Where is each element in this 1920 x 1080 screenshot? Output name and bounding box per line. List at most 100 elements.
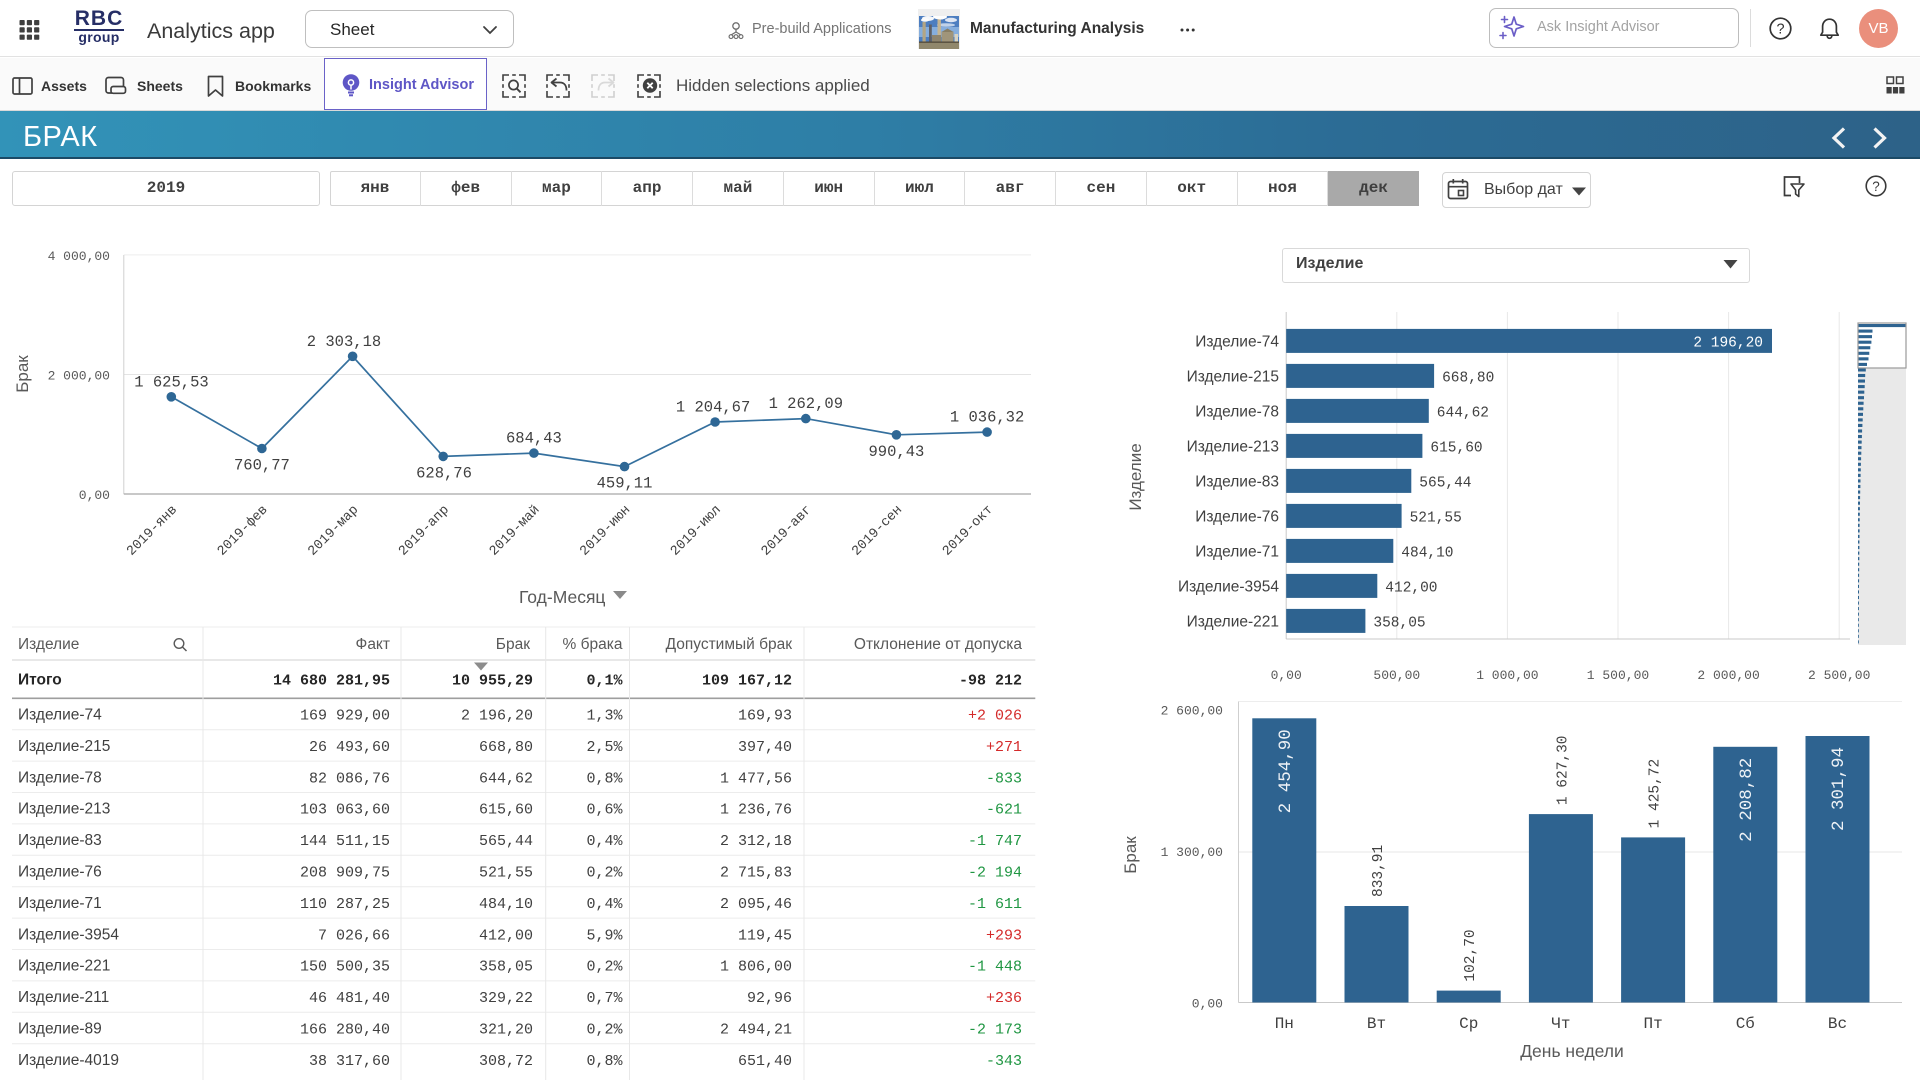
svg-text:0,7%: 0,7%	[586, 990, 623, 1007]
svg-text:1 236,76: 1 236,76	[720, 802, 792, 819]
svg-text:103 063,60: 103 063,60	[300, 802, 390, 819]
svg-text:92,96: 92,96	[747, 990, 792, 1007]
svg-text:Изделие-76: Изделие-76	[18, 864, 102, 881]
svg-text:412,00: 412,00	[1385, 580, 1437, 596]
svg-text:0,00: 0,00	[1192, 997, 1223, 1012]
svg-text:109 167,12: 109 167,12	[702, 673, 792, 690]
svg-text:Изделие-83: Изделие-83	[1195, 473, 1279, 490]
svg-text:2 715,83: 2 715,83	[720, 865, 792, 882]
svg-text:2019-апр: 2019-апр	[396, 503, 452, 559]
svg-text:+236: +236	[986, 990, 1022, 1007]
svg-text:208 909,75: 208 909,75	[300, 865, 390, 882]
svg-text:4 000,00: 4 000,00	[48, 249, 110, 264]
svg-text:668,80: 668,80	[1442, 370, 1494, 386]
svg-text:0,4%: 0,4%	[586, 833, 623, 850]
svg-text:5,9%: 5,9%	[586, 927, 623, 944]
svg-text:169 929,00: 169 929,00	[300, 708, 390, 725]
svg-text:760,77: 760,77	[234, 457, 290, 475]
svg-text:Изделие-215: Изделие-215	[1187, 368, 1279, 385]
svg-text:% брака: % брака	[563, 636, 623, 653]
svg-text:Допустимый брак: Допустимый брак	[666, 636, 793, 653]
svg-text:500,00: 500,00	[1373, 668, 1420, 683]
svg-text:397,40: 397,40	[738, 739, 792, 756]
svg-text:2019-фев: 2019-фев	[215, 503, 271, 559]
svg-text:412,00: 412,00	[479, 927, 533, 944]
svg-text:2019-мар: 2019-мар	[306, 503, 362, 559]
svg-text:484,10: 484,10	[479, 896, 533, 913]
svg-text:Изделие-76: Изделие-76	[1195, 508, 1279, 525]
svg-text:521,55: 521,55	[479, 865, 533, 882]
svg-text:2 095,46: 2 095,46	[720, 896, 792, 913]
svg-text:Вс: Вс	[1828, 1015, 1847, 1033]
svg-text:565,44: 565,44	[479, 833, 533, 850]
svg-text:1 300,00: 1 300,00	[1161, 845, 1223, 860]
svg-text:2019-май: 2019-май	[487, 503, 543, 559]
svg-text:0,8%: 0,8%	[586, 770, 623, 787]
svg-text:26 493,60: 26 493,60	[309, 739, 390, 756]
svg-text:Изделие-213: Изделие-213	[18, 801, 110, 818]
svg-text:2019-сен: 2019-сен	[849, 503, 905, 559]
svg-text:10 955,29: 10 955,29	[452, 673, 533, 690]
svg-text:Изделие: Изделие	[18, 636, 79, 653]
svg-text:644,62: 644,62	[1437, 405, 1489, 421]
svg-text:321,20: 321,20	[479, 1022, 533, 1039]
svg-text:46 481,40: 46 481,40	[309, 990, 390, 1007]
svg-text:7 026,66: 7 026,66	[318, 927, 390, 944]
svg-text:+2 026: +2 026	[968, 708, 1022, 725]
svg-text:Изделие-71: Изделие-71	[1195, 543, 1279, 560]
svg-text:День недели: День недели	[1520, 1041, 1624, 1061]
svg-text:82 086,76: 82 086,76	[309, 770, 390, 787]
svg-text:Изделие-89: Изделие-89	[18, 1021, 102, 1038]
svg-text:Изделие-74: Изделие-74	[18, 707, 102, 724]
svg-text:459,11: 459,11	[597, 475, 653, 493]
svg-text:484,10: 484,10	[1401, 545, 1453, 561]
svg-text:1 806,00: 1 806,00	[720, 959, 792, 976]
svg-text:+293: +293	[986, 927, 1022, 944]
svg-text:Изделие-215: Изделие-215	[18, 738, 110, 755]
svg-text:1 036,32: 1 036,32	[950, 409, 1024, 427]
svg-text:833,91: 833,91	[1371, 845, 1387, 897]
svg-text:2 196,20: 2 196,20	[461, 708, 533, 725]
svg-text:358,05: 358,05	[1373, 615, 1425, 631]
svg-text:0,00: 0,00	[1271, 668, 1302, 683]
svg-text:Изделие: Изделие	[1126, 443, 1145, 510]
svg-text:2 454,90: 2 454,90	[1276, 729, 1296, 813]
svg-text:2 000,00: 2 000,00	[48, 369, 110, 384]
svg-text:-98 212: -98 212	[959, 673, 1022, 690]
svg-text:2019-июл: 2019-июл	[668, 503, 724, 559]
svg-text:Итого: Итого	[18, 672, 62, 689]
svg-text:0,8%: 0,8%	[586, 1053, 623, 1070]
svg-text:651,40: 651,40	[738, 1053, 792, 1070]
svg-text:Изделие-213: Изделие-213	[1187, 438, 1279, 455]
svg-text:-343: -343	[986, 1053, 1022, 1070]
svg-text:Отклонение от допуска: Отклонение от допуска	[854, 636, 1022, 653]
svg-text:2 208,82: 2 208,82	[1737, 758, 1757, 842]
svg-text:-2 194: -2 194	[968, 865, 1022, 882]
svg-text:-833: -833	[986, 770, 1022, 787]
svg-text:144 511,15: 144 511,15	[300, 833, 390, 850]
svg-text:1 000,00: 1 000,00	[1476, 668, 1538, 683]
svg-text:Изделие-3954: Изделие-3954	[1178, 578, 1279, 595]
svg-text:150 500,35: 150 500,35	[300, 959, 390, 976]
svg-text:2,5%: 2,5%	[586, 739, 623, 756]
svg-text:Факт: Факт	[356, 636, 390, 653]
svg-text:2 000,00: 2 000,00	[1697, 668, 1759, 683]
svg-text:329,22: 329,22	[479, 990, 533, 1007]
svg-text:166 280,40: 166 280,40	[300, 1022, 390, 1039]
svg-text:565,44: 565,44	[1419, 475, 1471, 491]
svg-text:615,60: 615,60	[479, 802, 533, 819]
svg-text:Изделие-3954: Изделие-3954	[18, 926, 119, 943]
svg-text:1 625,53: 1 625,53	[134, 373, 208, 391]
svg-text:2019-июн: 2019-июн	[578, 503, 634, 559]
svg-text:644,62: 644,62	[479, 770, 533, 787]
svg-text:1,3%: 1,3%	[586, 708, 623, 725]
svg-text:990,43: 990,43	[868, 443, 924, 461]
svg-text:2 600,00: 2 600,00	[1161, 704, 1223, 719]
svg-text:Изделие-83: Изделие-83	[18, 832, 102, 849]
svg-text:1 425,72: 1 425,72	[1648, 759, 1664, 829]
svg-text:2 196,20: 2 196,20	[1693, 335, 1763, 351]
svg-text:Брак: Брак	[1121, 836, 1140, 874]
svg-text:-1 448: -1 448	[968, 959, 1022, 976]
svg-text:Изделие-4019: Изделие-4019	[18, 1052, 119, 1069]
svg-text:2 303,18: 2 303,18	[307, 333, 381, 351]
